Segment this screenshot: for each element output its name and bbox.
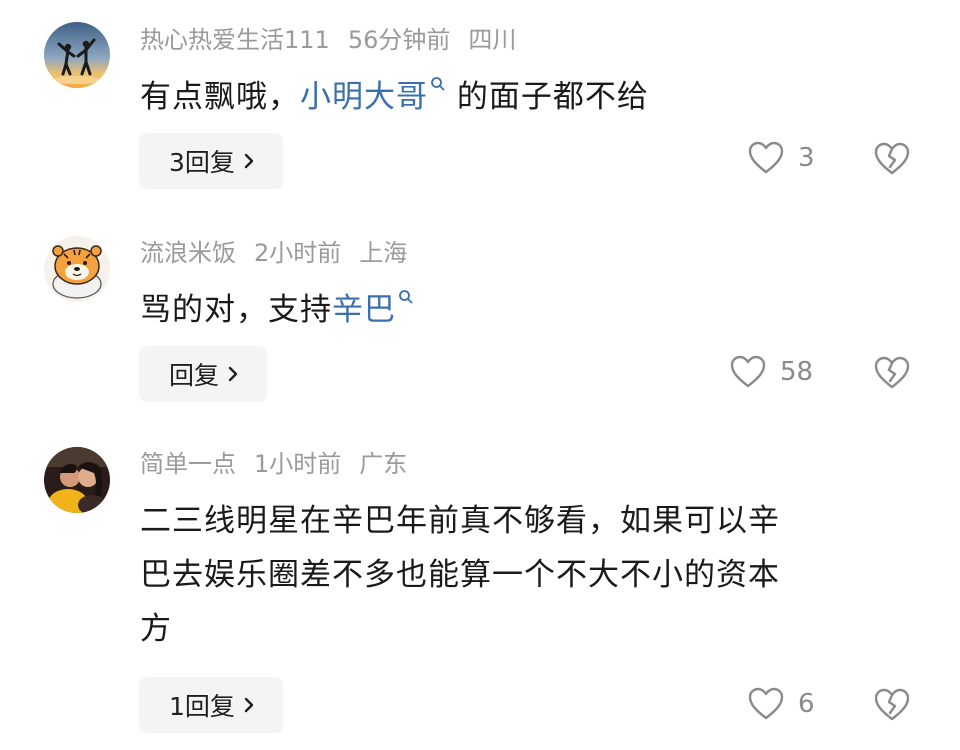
comment-text-before: 骂的对，支持 — [140, 292, 332, 328]
heart-icon — [748, 141, 784, 174]
heart-icon — [748, 687, 784, 720]
couple-avatar-icon — [44, 447, 110, 513]
search-icon — [431, 77, 445, 91]
broken-heart-icon[interactable] — [874, 142, 910, 176]
chevron-right-icon — [244, 697, 254, 713]
broken-heart-icon[interactable] — [874, 688, 910, 722]
reply-button[interactable]: 回复 — [139, 346, 268, 402]
like-button[interactable]: 3 — [748, 141, 815, 175]
heart-icon — [730, 355, 766, 388]
comment-text-before: 有点飘哦， — [140, 79, 300, 115]
reply-label: 回复 — [169, 361, 220, 390]
username[interactable]: 热心热爱生活111 — [140, 26, 330, 54]
comment-text-line: 巴去娱乐圈差不多也能算一个不大不小的资本 — [140, 557, 780, 593]
user-avatar[interactable] — [44, 447, 110, 513]
like-button[interactable]: 6 — [748, 687, 815, 721]
comment-text-after: 的面子都不给 — [446, 79, 649, 115]
reply-label: 1回复 — [169, 692, 235, 721]
comment-meta: 流浪米饭 2小时前 上海 — [140, 236, 425, 270]
comment-meta: 简单一点 1小时前 广东 — [140, 447, 425, 481]
chevron-right-icon — [228, 366, 238, 382]
mention-label: 小明大哥 — [300, 79, 428, 115]
like-count: 3 — [798, 143, 815, 173]
tiger-avatar-icon — [44, 236, 110, 302]
comment-text: 骂的对，支持辛巴 — [140, 283, 900, 337]
like-count: 6 — [798, 689, 815, 719]
like-count: 58 — [780, 357, 814, 387]
comment-text-line: 二三线明星在辛巴年前真不够看，如果可以辛 — [140, 503, 780, 539]
mention-link[interactable]: 小明大哥 — [300, 77, 446, 115]
comment-text-line: 方 — [140, 611, 172, 647]
search-icon — [399, 290, 413, 304]
comment-time: 2小时前 — [254, 239, 342, 267]
chevron-right-icon — [244, 153, 254, 169]
reply-button[interactable]: 3回复 — [139, 133, 283, 189]
username[interactable]: 简单一点 — [140, 450, 236, 478]
comment-location: 上海 — [359, 239, 408, 267]
comment-time: 1小时前 — [254, 450, 342, 478]
comment-location: 四川 — [468, 26, 517, 54]
reply-button[interactable]: 1回复 — [139, 677, 283, 733]
like-button[interactable]: 58 — [730, 355, 813, 389]
comment-meta: 热心热爱生活111 56分钟前 四川 — [140, 23, 534, 57]
comment-list: 热心热爱生活111 56分钟前 四川 有点飘哦，小明大哥 的面子都不给 3回复 3 — [0, 0, 960, 750]
user-avatar[interactable] — [44, 22, 110, 88]
silhouette-avatar-icon — [44, 22, 110, 88]
username[interactable]: 流浪米饭 — [140, 239, 236, 267]
comment-text: 有点飘哦，小明大哥 的面子都不给 — [140, 70, 900, 124]
mention-label: 辛巴 — [332, 292, 396, 328]
user-avatar[interactable] — [44, 236, 110, 302]
comment-time: 56分钟前 — [347, 26, 451, 54]
mention-link[interactable]: 辛巴 — [332, 290, 414, 328]
reply-label: 3回复 — [169, 148, 235, 177]
broken-heart-icon[interactable] — [874, 356, 910, 390]
comment-text: 二三线明星在辛巴年前真不够看，如果可以辛 巴去娱乐圈差不多也能算一个不大不小的资… — [140, 494, 900, 656]
comment-location: 广东 — [359, 450, 408, 478]
